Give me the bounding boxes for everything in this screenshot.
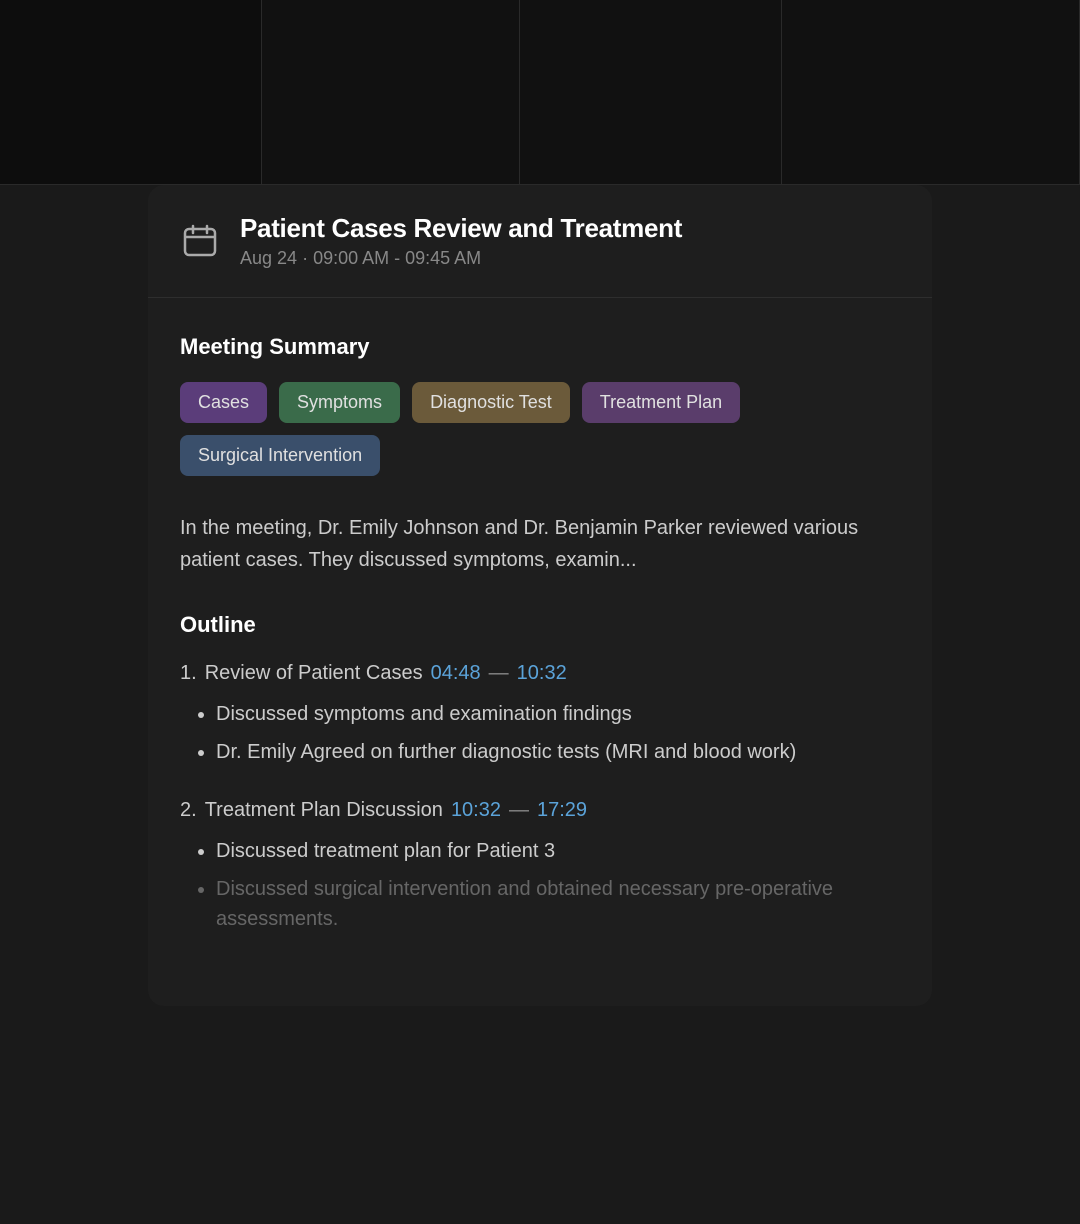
outline-item-2-time-end[interactable]: 17:29 <box>537 799 587 822</box>
calendar-icon <box>180 221 220 261</box>
outline-item-2-time-start[interactable]: 10:32 <box>451 799 501 822</box>
outline-item-2-bullets: Discussed treatment plan for Patient 3 D… <box>180 836 900 934</box>
meeting-summary-section: Meeting Summary Cases Symptoms Diagnosti… <box>180 334 900 576</box>
main-panel: Patient Cases Review and Treatment Aug 2… <box>148 185 932 1006</box>
outline-item-2-header: 2. Treatment Plan Discussion 10:32 — 17:… <box>180 799 900 822</box>
bullet-2-1: Discussed treatment plan for Patient 3 <box>216 836 900 866</box>
meeting-time: Aug 24 · 09:00 AM - 09:45 AM <box>240 248 682 269</box>
summary-text: In the meeting, Dr. Emily Johnson and Dr… <box>180 512 900 576</box>
outline-item-1: 1. Review of Patient Cases 04:48 — 10:32… <box>180 662 900 767</box>
outline-item-1-title: Review of Patient Cases <box>205 662 423 685</box>
top-grid <box>0 0 1080 185</box>
tags-container: Cases Symptoms Diagnostic Test Treatment… <box>180 382 900 476</box>
meeting-summary-title: Meeting Summary <box>180 334 900 360</box>
meeting-title: Patient Cases Review and Treatment <box>240 213 682 244</box>
bullet-1-1: Discussed symptoms and examination findi… <box>216 699 900 729</box>
tag-symptoms[interactable]: Symptoms <box>279 382 400 423</box>
outline-item-1-header: 1. Review of Patient Cases 04:48 — 10:32 <box>180 662 900 685</box>
header-text: Patient Cases Review and Treatment Aug 2… <box>240 213 682 269</box>
grid-cell-2 <box>262 0 520 185</box>
tag-treatment[interactable]: Treatment Plan <box>582 382 740 423</box>
outline-item-2: 2. Treatment Plan Discussion 10:32 — 17:… <box>180 799 900 934</box>
tag-surgical[interactable]: Surgical Intervention <box>180 435 380 476</box>
tag-diagnostic[interactable]: Diagnostic Test <box>412 382 570 423</box>
outline-item-1-number: 1. <box>180 662 197 685</box>
outline-item-2-title: Treatment Plan Discussion <box>205 799 443 822</box>
outline-section: Outline 1. Review of Patient Cases 04:48… <box>180 612 900 934</box>
bullet-1-2: Dr. Emily Agreed on further diagnostic t… <box>216 737 900 767</box>
outline-title: Outline <box>180 612 900 638</box>
grid-cell-1 <box>0 0 262 185</box>
outline-item-1-bullets: Discussed symptoms and examination findi… <box>180 699 900 767</box>
grid-cell-4 <box>782 0 1080 185</box>
outline-item-1-time-start[interactable]: 04:48 <box>431 662 481 685</box>
grid-cell-3 <box>520 0 782 185</box>
tag-cases[interactable]: Cases <box>180 382 267 423</box>
outline-item-2-number: 2. <box>180 799 197 822</box>
panel-content: Meeting Summary Cases Symptoms Diagnosti… <box>148 298 932 1006</box>
panel-header: Patient Cases Review and Treatment Aug 2… <box>148 185 932 298</box>
outline-item-1-time-end[interactable]: 10:32 <box>517 662 567 685</box>
bullet-2-2: Discussed surgical intervention and obta… <box>216 874 900 934</box>
